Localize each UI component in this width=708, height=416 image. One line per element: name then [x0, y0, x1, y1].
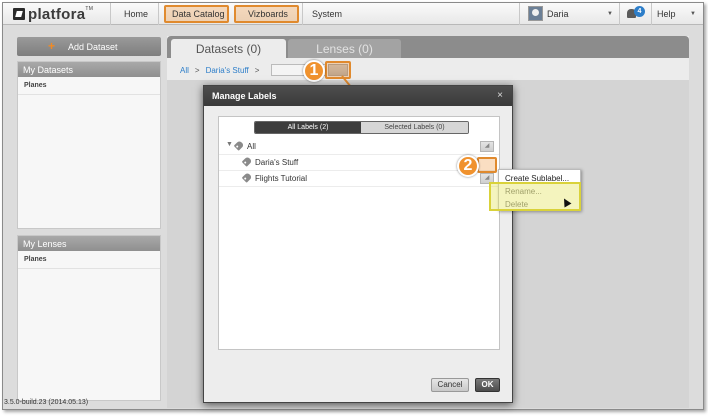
- tab-selected-labels[interactable]: Selected Labels (0): [361, 122, 468, 133]
- user-avatar[interactable]: [528, 6, 543, 21]
- dataset-item-planes[interactable]: Planes: [18, 77, 160, 95]
- nav-home[interactable]: Home: [124, 9, 148, 19]
- top-nav: platforaTM Home Data Catalog Vizboards S…: [3, 3, 703, 25]
- my-lenses-title: My Lenses: [18, 236, 160, 251]
- add-dataset-button[interactable]: + Add Dataset: [17, 37, 161, 56]
- version-label: 3.5.0-build.23 (2014.05.13): [4, 399, 89, 406]
- tab-datasets[interactable]: Datasets (0): [171, 39, 286, 58]
- nav-help[interactable]: Help: [657, 9, 676, 19]
- tag-icon: [241, 172, 253, 183]
- tab-lenses[interactable]: Lenses (0): [288, 39, 401, 58]
- nav-vizboards[interactable]: Vizboards: [248, 9, 288, 19]
- my-datasets-panel: My Datasets Planes: [17, 61, 161, 229]
- tree-label: All: [247, 142, 256, 151]
- help-chevron-down-icon[interactable]: ▼: [690, 11, 696, 17]
- close-icon[interactable]: ×: [497, 90, 503, 101]
- dialog-header: Manage Labels ×: [204, 86, 512, 106]
- nav-divider: [651, 3, 652, 25]
- tag-icon: [241, 156, 253, 167]
- dialog-title: Manage Labels: [212, 91, 277, 101]
- nav-divider: [619, 3, 620, 25]
- nav-divider: [519, 3, 520, 25]
- logo-trademark: TM: [85, 6, 94, 12]
- platfora-logo[interactable]: platforaTM: [13, 6, 93, 23]
- user-menu-chevron-down-icon[interactable]: ▼: [607, 11, 613, 17]
- add-dataset-label: Add Dataset: [68, 42, 118, 52]
- ok-button[interactable]: OK: [475, 378, 500, 392]
- breadcrumb-separator: >: [194, 66, 200, 75]
- tab-all-labels[interactable]: All Labels (2): [255, 122, 361, 133]
- nav-divider: [110, 3, 111, 25]
- tree-label: Daria's Stuff: [255, 158, 299, 167]
- tag-icon: [233, 140, 245, 151]
- user-name[interactable]: Daria: [547, 9, 569, 19]
- tree-row-all[interactable]: ▼ All ◢: [219, 139, 499, 155]
- my-datasets-title: My Datasets: [18, 62, 160, 77]
- cancel-button[interactable]: Cancel: [431, 378, 469, 392]
- nav-divider: [158, 3, 159, 25]
- expand-triangle-icon[interactable]: ▼: [226, 141, 233, 148]
- label-menu-button[interactable]: ◢: [480, 141, 494, 152]
- breadcrumb-all[interactable]: All: [180, 66, 189, 75]
- logo-text: platfora: [28, 6, 86, 23]
- notification-badge[interactable]: 4: [634, 6, 645, 17]
- lens-item-planes[interactable]: Planes: [18, 251, 160, 269]
- my-lenses-panel: My Lenses Planes: [17, 235, 161, 401]
- label-tree: All Labels (2) Selected Labels (0) ▼ All…: [218, 116, 500, 350]
- breadcrumb: All > Daria's Stuff >: [180, 66, 265, 75]
- breadcrumb-darias-stuff[interactable]: Daria's Stuff: [206, 66, 249, 75]
- nav-data-catalog[interactable]: Data Catalog: [172, 9, 225, 19]
- nav-system[interactable]: System: [312, 9, 342, 19]
- plus-icon: +: [48, 39, 56, 53]
- tab-bar: Datasets (0) Lenses (0): [167, 36, 689, 58]
- callout-1: 1: [303, 60, 325, 82]
- nav-divider: [302, 3, 303, 25]
- highlight-label-menu-button: [477, 157, 497, 173]
- breadcrumb-separator: >: [254, 66, 260, 75]
- tree-label: Flights Tutorial: [255, 174, 308, 183]
- manage-labels-dialog: Manage Labels × All Labels (2) Selected …: [203, 85, 513, 403]
- label-filter-toggle: All Labels (2) Selected Labels (0): [254, 121, 469, 134]
- callout-2: 2: [457, 155, 479, 177]
- logo-mark-icon: [13, 8, 25, 20]
- tree-row-flights-tutorial[interactable]: Flights Tutorial ◢: [219, 171, 499, 187]
